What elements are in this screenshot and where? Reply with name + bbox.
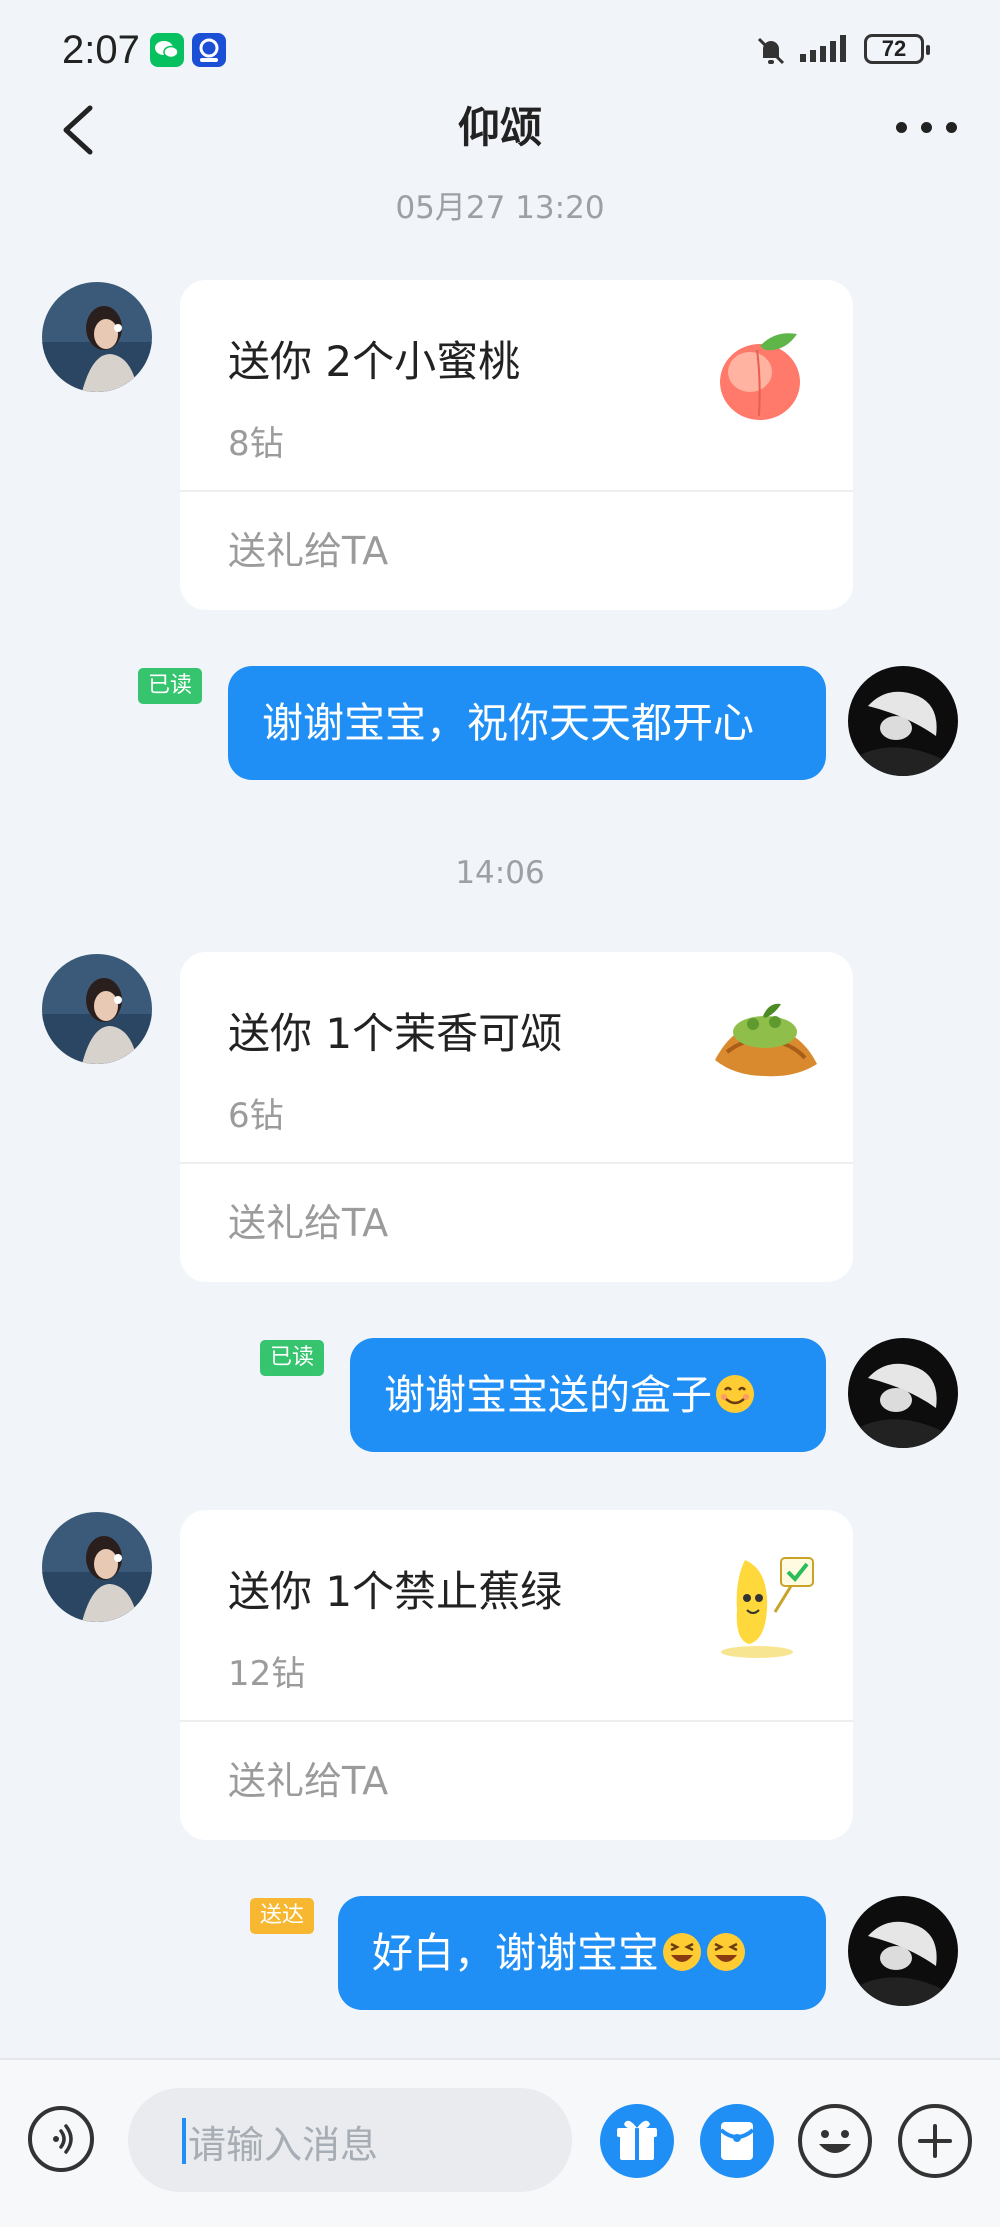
avatar[interactable] bbox=[42, 954, 152, 1064]
message-input[interactable]: 请输入消息 bbox=[128, 2088, 572, 2192]
message-text: 谢谢宝宝送的盒子 bbox=[384, 1371, 712, 1419]
timestamp: 05月27 13:20 bbox=[395, 190, 605, 226]
delivered-status-badge: 送达 bbox=[250, 1898, 315, 1934]
send-gift-link[interactable]: 送礼给TA bbox=[228, 1750, 388, 1805]
message-text: 好白，谢谢宝宝 bbox=[372, 1929, 659, 1977]
read-status-badge: 已读 bbox=[260, 1340, 325, 1376]
gift-card[interactable]: 送你 1个禁止蕉绿 12钻 送礼给TA bbox=[180, 1510, 853, 1840]
voice-icon bbox=[53, 2124, 73, 2154]
gift-icon bbox=[617, 2120, 657, 2160]
croissant-icon bbox=[705, 982, 825, 1102]
message-bubble[interactable]: 好白，谢谢宝宝 bbox=[338, 1896, 826, 2010]
wechat-icon bbox=[150, 33, 184, 67]
emoji-button[interactable] bbox=[798, 2104, 872, 2178]
gift-name: 送你 1个茉香可颂 bbox=[228, 1009, 563, 1058]
signal-icon bbox=[798, 32, 854, 70]
gift-price: 8钻 bbox=[228, 424, 284, 464]
more-icon bbox=[896, 122, 907, 133]
status-bar: 2:07 72 bbox=[0, 0, 1000, 100]
smiling-face-emoji-icon bbox=[716, 1375, 754, 1413]
gift-name: 送你 1个禁止蕉绿 bbox=[228, 1567, 563, 1616]
message-bubble[interactable]: 谢谢宝宝送的盒子 bbox=[350, 1338, 826, 1452]
red-packet-button[interactable] bbox=[700, 2104, 774, 2178]
status-time: 2:07 bbox=[62, 28, 140, 72]
send-gift-link[interactable]: 送礼给TA bbox=[228, 1192, 388, 1247]
gift-price: 12钻 bbox=[228, 1654, 306, 1694]
divider bbox=[180, 490, 853, 492]
chat-title: 仰颂 bbox=[457, 103, 542, 152]
more-button[interactable] bbox=[892, 112, 962, 142]
my-avatar[interactable] bbox=[848, 1338, 958, 1448]
message-bubble[interactable]: 谢谢宝宝，祝你天天都开心 bbox=[228, 666, 826, 780]
divider bbox=[180, 1720, 853, 1722]
banana-icon bbox=[705, 1540, 825, 1660]
send-gift-link[interactable]: 送礼给TA bbox=[228, 520, 388, 575]
qq-app-icon bbox=[192, 33, 226, 67]
battery-icon: 72 bbox=[864, 34, 930, 64]
input-placeholder: 请输入消息 bbox=[188, 2123, 379, 2167]
read-status-badge: 已读 bbox=[138, 668, 203, 704]
more-actions-button[interactable] bbox=[898, 2104, 972, 2178]
gift-name: 送你 2个小蜜桃 bbox=[228, 337, 521, 386]
red-packet-icon bbox=[719, 2122, 755, 2160]
gift-card[interactable]: 送你 1个茉香可颂 6钻 送礼给TA bbox=[180, 952, 853, 1282]
laughing-face-emoji-icon bbox=[663, 1933, 701, 1971]
message-text: 谢谢宝宝，祝你天天都开心 bbox=[262, 699, 754, 747]
mute-icon bbox=[754, 34, 788, 72]
my-avatar[interactable] bbox=[848, 1896, 958, 2006]
peach-icon bbox=[705, 310, 825, 430]
gift-button[interactable] bbox=[600, 2104, 674, 2178]
laughing-face-emoji-icon bbox=[707, 1933, 745, 1971]
text-caret bbox=[182, 2118, 186, 2164]
avatar[interactable] bbox=[42, 1512, 152, 1622]
avatar[interactable] bbox=[42, 282, 152, 392]
emoji-icon bbox=[819, 2130, 851, 2153]
timestamp: 14:06 bbox=[455, 855, 545, 891]
voice-button[interactable] bbox=[28, 2106, 94, 2172]
gift-card[interactable]: 送你 2个小蜜桃 8钻 送礼给TA bbox=[180, 280, 853, 610]
my-avatar[interactable] bbox=[848, 666, 958, 776]
gift-price: 6钻 bbox=[228, 1096, 284, 1136]
plus-icon bbox=[918, 2124, 952, 2158]
divider bbox=[180, 1162, 853, 1164]
